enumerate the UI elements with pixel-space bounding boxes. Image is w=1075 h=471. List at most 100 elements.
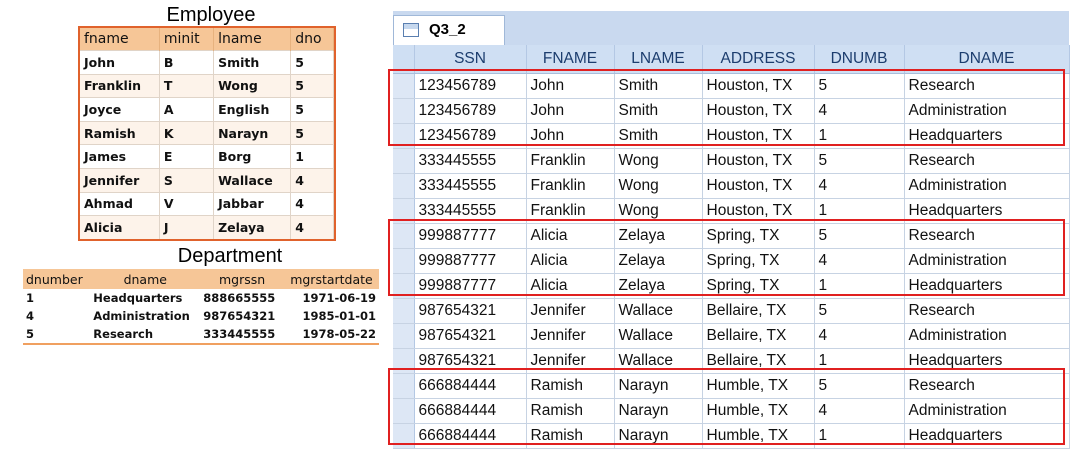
- row-selector[interactable]: [393, 398, 415, 424]
- row-selector[interactable]: [393, 323, 415, 349]
- query-cell[interactable]: John: [526, 73, 615, 99]
- row-selector[interactable]: [393, 348, 415, 374]
- query-cell[interactable]: Research: [904, 298, 1070, 324]
- query-cell[interactable]: Ramish: [526, 373, 615, 399]
- query-cell[interactable]: 999887777: [414, 273, 527, 299]
- row-selector[interactable]: [393, 98, 415, 124]
- query-cell[interactable]: 4: [814, 248, 905, 274]
- query-cell[interactable]: Smith: [614, 123, 703, 149]
- query-cell[interactable]: Research: [904, 73, 1070, 99]
- query-cell[interactable]: Spring, TX: [702, 248, 815, 274]
- query-cell[interactable]: Franklin: [526, 198, 615, 224]
- query-cell[interactable]: Houston, TX: [702, 173, 815, 199]
- query-tab[interactable]: Q3_2: [393, 15, 505, 45]
- query-cell[interactable]: Franklin: [526, 148, 615, 174]
- query-cell[interactable]: Headquarters: [904, 348, 1070, 374]
- query-cell[interactable]: Houston, TX: [702, 148, 815, 174]
- query-cell[interactable]: 4: [814, 323, 905, 349]
- query-cell[interactable]: Spring, TX: [702, 223, 815, 249]
- employee-column-header[interactable]: lname: [213, 28, 292, 51]
- select-all-corner[interactable]: [393, 45, 415, 74]
- query-cell[interactable]: Research: [904, 148, 1070, 174]
- query-cell[interactable]: Research: [904, 373, 1070, 399]
- query-cell[interactable]: 987654321: [414, 323, 527, 349]
- query-cell[interactable]: Houston, TX: [702, 98, 815, 124]
- query-cell[interactable]: 666884444: [414, 423, 527, 449]
- row-selector[interactable]: [393, 373, 415, 399]
- query-column-header[interactable]: ADDRESS: [702, 45, 815, 74]
- query-cell[interactable]: Wong: [614, 198, 703, 224]
- query-cell[interactable]: Narayn: [614, 398, 703, 424]
- query-cell[interactable]: Wong: [614, 148, 703, 174]
- query-cell[interactable]: Bellaire, TX: [702, 298, 815, 324]
- row-selector[interactable]: [393, 298, 415, 324]
- query-cell[interactable]: Zelaya: [614, 273, 703, 299]
- row-selector[interactable]: [393, 173, 415, 199]
- query-cell[interactable]: Houston, TX: [702, 123, 815, 149]
- query-cell[interactable]: 4: [814, 173, 905, 199]
- row-selector[interactable]: [393, 248, 415, 274]
- query-cell[interactable]: Wallace: [614, 298, 703, 324]
- query-cell[interactable]: Administration: [904, 248, 1070, 274]
- query-cell[interactable]: 5: [814, 223, 905, 249]
- query-column-header[interactable]: SSN: [414, 45, 527, 74]
- query-cell[interactable]: John: [526, 98, 615, 124]
- query-cell[interactable]: Zelaya: [614, 248, 703, 274]
- department-column-header[interactable]: dname: [90, 269, 201, 289]
- query-cell[interactable]: Headquarters: [904, 123, 1070, 149]
- query-cell[interactable]: Research: [904, 223, 1070, 249]
- department-column-header[interactable]: mgrstartdate: [283, 269, 379, 289]
- query-cell[interactable]: Humble, TX: [702, 398, 815, 424]
- query-cell[interactable]: Bellaire, TX: [702, 323, 815, 349]
- query-cell[interactable]: 333445555: [414, 198, 527, 224]
- employee-column-header[interactable]: dno: [290, 28, 334, 51]
- query-cell[interactable]: Ramish: [526, 398, 615, 424]
- query-cell[interactable]: 987654321: [414, 348, 527, 374]
- query-cell[interactable]: 4: [814, 398, 905, 424]
- query-cell[interactable]: 5: [814, 373, 905, 399]
- row-selector[interactable]: [393, 73, 415, 99]
- query-cell[interactable]: Wallace: [614, 348, 703, 374]
- query-cell[interactable]: 666884444: [414, 398, 527, 424]
- row-selector[interactable]: [393, 198, 415, 224]
- row-selector[interactable]: [393, 423, 415, 449]
- query-cell[interactable]: Jennifer: [526, 298, 615, 324]
- query-cell[interactable]: Headquarters: [904, 273, 1070, 299]
- query-cell[interactable]: 5: [814, 298, 905, 324]
- row-selector[interactable]: [393, 148, 415, 174]
- query-cell[interactable]: 666884444: [414, 373, 527, 399]
- query-cell[interactable]: 5: [814, 148, 905, 174]
- query-cell[interactable]: Alicia: [526, 273, 615, 299]
- query-cell[interactable]: Administration: [904, 173, 1070, 199]
- query-cell[interactable]: Administration: [904, 323, 1070, 349]
- department-column-header[interactable]: mgrssn: [200, 269, 284, 289]
- row-selector[interactable]: [393, 273, 415, 299]
- employee-column-header[interactable]: fname: [80, 28, 160, 51]
- query-cell[interactable]: John: [526, 123, 615, 149]
- query-cell[interactable]: 333445555: [414, 173, 527, 199]
- query-cell[interactable]: Wallace: [614, 323, 703, 349]
- query-cell[interactable]: Smith: [614, 73, 703, 99]
- query-cell[interactable]: 123456789: [414, 123, 527, 149]
- query-cell[interactable]: Administration: [904, 98, 1070, 124]
- row-selector[interactable]: [393, 123, 415, 149]
- query-cell[interactable]: Headquarters: [904, 423, 1070, 449]
- department-column-header[interactable]: dnumber: [23, 269, 91, 289]
- query-cell[interactable]: Alicia: [526, 223, 615, 249]
- employee-column-header[interactable]: minit: [159, 28, 215, 51]
- query-column-header[interactable]: LNAME: [614, 45, 703, 74]
- query-cell[interactable]: Narayn: [614, 423, 703, 449]
- query-cell[interactable]: Spring, TX: [702, 273, 815, 299]
- query-cell[interactable]: Houston, TX: [702, 198, 815, 224]
- query-cell[interactable]: 4: [814, 98, 905, 124]
- query-cell[interactable]: Narayn: [614, 373, 703, 399]
- query-cell[interactable]: 123456789: [414, 73, 527, 99]
- query-cell[interactable]: 1: [814, 348, 905, 374]
- query-cell[interactable]: Jennifer: [526, 348, 615, 374]
- query-cell[interactable]: Franklin: [526, 173, 615, 199]
- query-cell[interactable]: Houston, TX: [702, 73, 815, 99]
- query-cell[interactable]: Zelaya: [614, 223, 703, 249]
- query-cell[interactable]: Jennifer: [526, 323, 615, 349]
- query-cell[interactable]: Administration: [904, 398, 1070, 424]
- query-cell[interactable]: Wong: [614, 173, 703, 199]
